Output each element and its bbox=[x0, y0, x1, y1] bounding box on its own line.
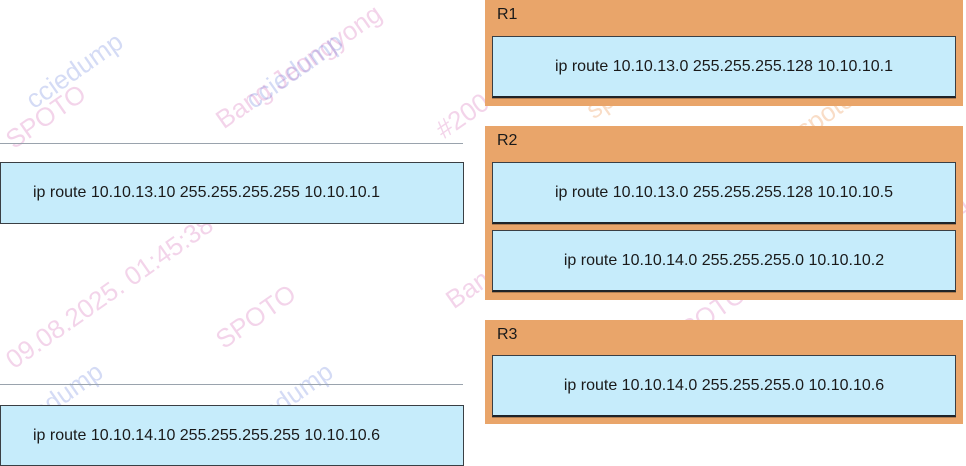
divider bbox=[0, 143, 463, 144]
target-label-r3: R3 bbox=[497, 326, 518, 343]
placed-route-r1-1[interactable]: ip route 10.10.13.0 255.255.255.128 10.1… bbox=[492, 36, 956, 98]
watermark-text: cciedump bbox=[20, 26, 129, 115]
watermark-text: cciedump bbox=[240, 26, 349, 115]
watermark-text: SPOTO bbox=[210, 278, 302, 355]
placed-route-r2-2[interactable]: ip route 10.10.14.0 255.255.255.0 10.10.… bbox=[492, 230, 956, 292]
placed-route-r2-1[interactable]: ip route 10.10.13.0 255.255.255.128 10.1… bbox=[492, 162, 956, 224]
source-route-2[interactable]: ip route 10.10.14.10 255.255.255.255 10.… bbox=[0, 405, 464, 466]
divider bbox=[0, 384, 463, 385]
watermark-text: Bang Jeongyong bbox=[210, 0, 388, 135]
target-label-r1: R1 bbox=[497, 6, 518, 23]
placed-route-r2-2-text: ip route 10.10.14.0 255.255.255.0 10.10.… bbox=[563, 251, 885, 269]
placed-route-r1-1-text: ip route 10.10.13.0 255.255.255.128 10.1… bbox=[554, 57, 894, 75]
source-route-2-text: ip route 10.10.14.10 255.255.255.255 10.… bbox=[33, 426, 380, 444]
placed-route-r3-1[interactable]: ip route 10.10.14.0 255.255.255.0 10.10.… bbox=[492, 355, 956, 417]
source-route-1[interactable]: ip route 10.10.13.10 255.255.255.255 10.… bbox=[0, 162, 464, 224]
target-label-r2: R2 bbox=[497, 132, 518, 149]
placed-route-r3-1-text: ip route 10.10.14.0 255.255.255.0 10.10.… bbox=[563, 376, 885, 394]
watermark-text: 09.08.2025. 01:45:38 bbox=[0, 209, 219, 375]
placed-route-r2-1-text: ip route 10.10.13.0 255.255.255.128 10.1… bbox=[554, 183, 894, 201]
source-route-1-text: ip route 10.10.13.10 255.255.255.255 10.… bbox=[33, 184, 380, 201]
